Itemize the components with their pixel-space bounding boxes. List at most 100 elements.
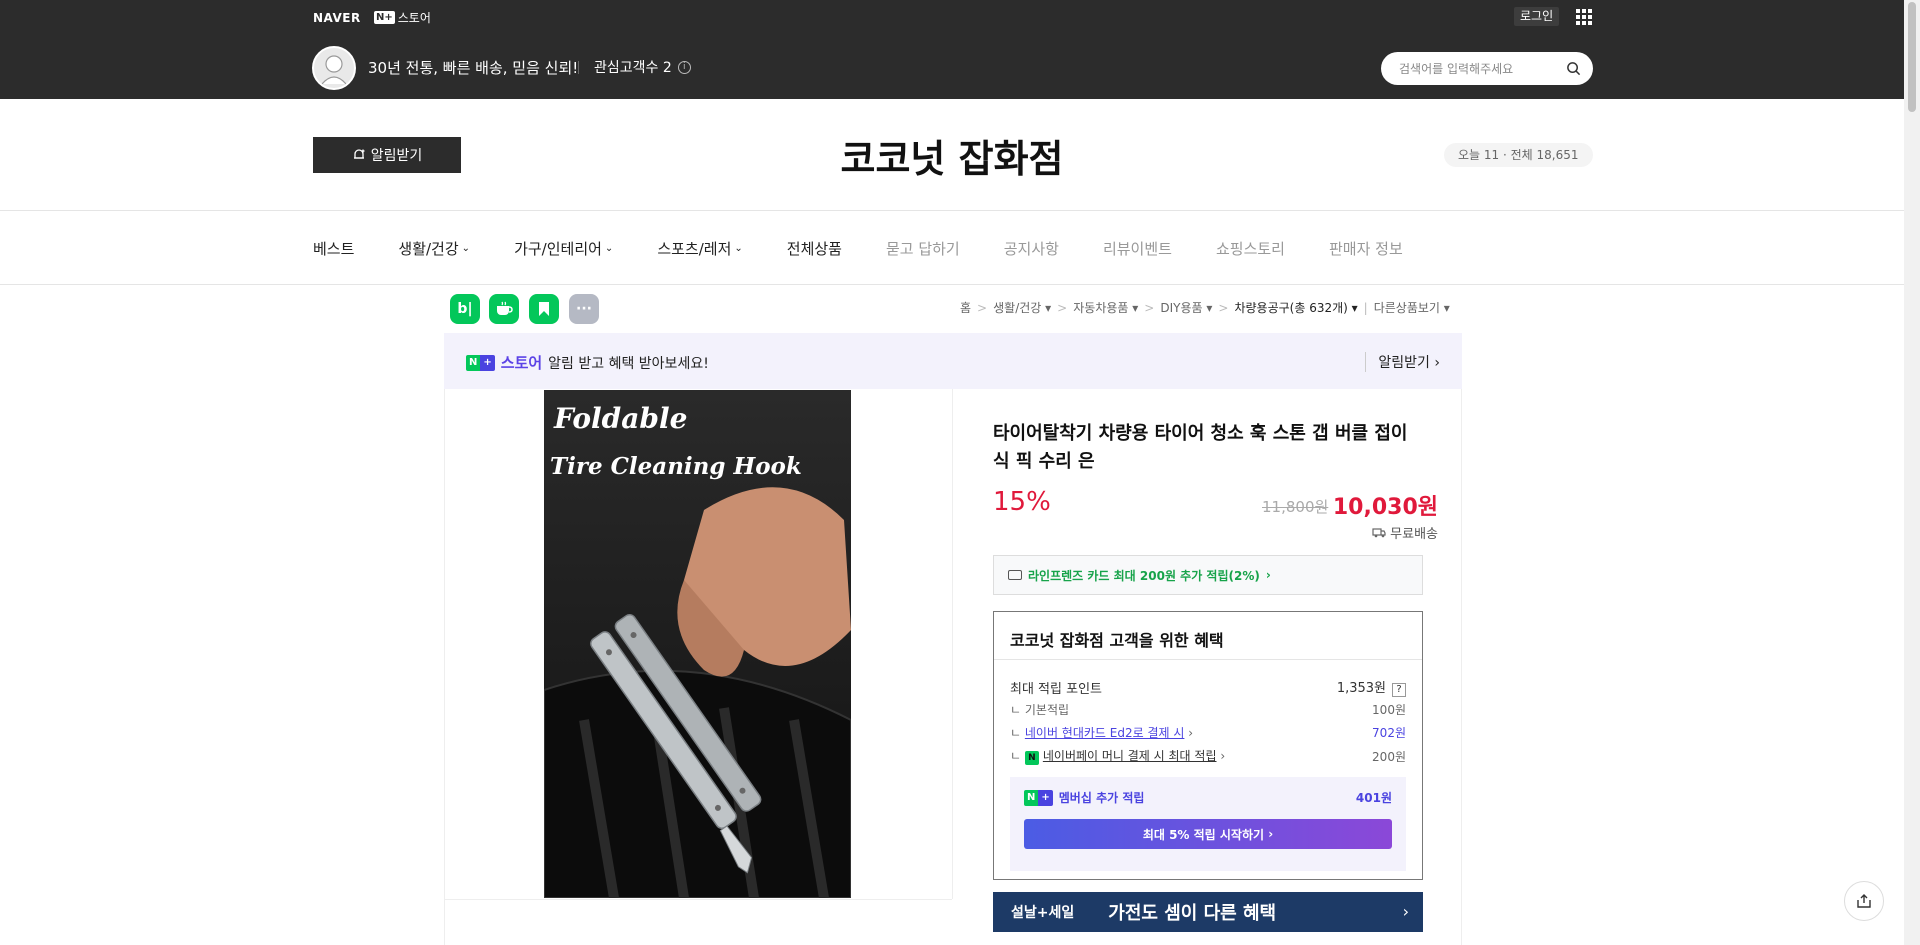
divider xyxy=(0,284,1904,285)
store-avatar[interactable] xyxy=(312,46,356,90)
nav-item-1[interactable]: 생활/건강 ⌄ xyxy=(398,238,470,259)
discount-rate: 15% xyxy=(993,487,1051,517)
header-divider xyxy=(578,61,579,74)
search-icon[interactable] xyxy=(1566,61,1581,76)
promo-notify-link[interactable]: 알림받기 › xyxy=(1365,352,1440,372)
card-offer-text: 라인프렌즈 카드 최대 200원 추가 적립(2%) xyxy=(1028,568,1260,583)
membership-value: 401원 xyxy=(1355,791,1392,805)
store-label: 스토어 xyxy=(397,11,431,25)
nav-item-8[interactable]: 쇼핑스토리 xyxy=(1216,238,1285,259)
nav-item-label: 쇼핑스토리 xyxy=(1215,240,1285,258)
promo-store-word: 스토어 xyxy=(500,354,543,372)
benefits-title: 코코넛 잡화점 고객을 위한 혜택 xyxy=(1010,631,1224,650)
breadcrumb-category-4[interactable]: 차량용공구(총 632개) ▾ xyxy=(1234,299,1357,316)
max-points-label: 최대 적립 포인트 xyxy=(1010,681,1102,697)
naver-pay-link[interactable]: 네이버페이 머니 결제 시 최대 적립 xyxy=(1043,749,1217,763)
card-offer[interactable]: 라인프렌즈 카드 최대 200원 추가 적립(2%) › xyxy=(993,555,1423,595)
benefit-row: ㄴ N 네이버페이 머니 결제 시 최대 적립 › 200원 xyxy=(1010,749,1406,765)
help-icon[interactable]: ? xyxy=(1392,683,1406,697)
nav-item-label: 리뷰이벤트 xyxy=(1102,240,1172,258)
naver-logo[interactable]: NAVER xyxy=(313,11,361,25)
shipping-label: 무료배송 xyxy=(1390,527,1438,542)
chevron-down-icon: ⌄ xyxy=(734,243,743,254)
nav-item-label: 베스트 xyxy=(313,240,355,258)
breadcrumb-category-2[interactable]: 자동차용품 ▾ xyxy=(1073,299,1138,316)
membership-box: N + 멤버십 추가 적립 401원 최대 5% 적립 시작하기 › xyxy=(1010,777,1406,871)
top-header: NAVER N+ 스토어 로그인 30년 전통, 빠른 배송, 믿음 신뢰! 관… xyxy=(0,0,1904,99)
nav-item-label: 스포츠/레저 xyxy=(657,240,732,258)
nav-item-0[interactable]: 베스트 xyxy=(313,238,354,259)
nav-item-label: 묻고 답하기 xyxy=(885,240,960,258)
benefit-row: ㄴ 기본적립 100원 xyxy=(1010,703,1406,717)
scrollbar[interactable] xyxy=(1904,0,1920,945)
max-points-value: 1,353원 xyxy=(1336,681,1386,696)
nav-item-6[interactable]: 공지사항 xyxy=(1004,238,1059,259)
breadcrumb-category-1[interactable]: 생활/건강 ▾ xyxy=(993,299,1051,316)
nav-item-2[interactable]: 가구/인테리어 ⌄ xyxy=(514,238,613,259)
membership-label: 멤버십 추가 적립 xyxy=(1058,791,1145,805)
benefit-row: ㄴ 네이버 현대카드 Ed2로 결제 시 › 702원 xyxy=(1010,726,1406,740)
sale-tag: 설날+세일 xyxy=(1011,905,1075,921)
chevron-down-icon: ⌄ xyxy=(461,243,471,254)
breadcrumb: 홈 > 생활/건강 ▾ > 자동차용품 ▾ > DIY용품 ▾ > 차량용공구(… xyxy=(960,299,1450,316)
more-icon[interactable]: ··· xyxy=(569,294,599,324)
credit-card-icon xyxy=(1008,570,1022,580)
basic-points-label: 기본적립 xyxy=(1024,703,1070,717)
search-box xyxy=(1381,52,1593,85)
scrollbar-thumb[interactable] xyxy=(1908,2,1916,112)
product-image-text-1: Foldable xyxy=(553,402,687,435)
benefits-box: 코코넛 잡화점 고객을 위한 혜택 최대 적립 포인트 1,353원? ㄴ 기본… xyxy=(993,611,1423,880)
search-input[interactable] xyxy=(1399,59,1559,78)
breadcrumb-category-3[interactable]: DIY용품 ▾ xyxy=(1160,299,1212,316)
other-products-link[interactable]: 다른상품보기 ▾ xyxy=(1374,299,1450,316)
sale-price: 10,030원 xyxy=(1332,495,1438,520)
product-title: 타이어탈착기 차량용 타이어 청소 훅 스톤 갭 버클 접이식 픽 수리 은 xyxy=(993,423,1408,472)
nav-item-label: 생활/건강 xyxy=(398,240,459,258)
nplus-logo-icon: N + xyxy=(1024,789,1053,806)
sale-text: 가전도 셈이 다른 혜택 xyxy=(1108,903,1277,924)
hyundai-card-value: 702원 xyxy=(1372,726,1406,740)
nav-item-label: 판매자 정보 xyxy=(1328,240,1403,258)
nav-item-label: 전체상품 xyxy=(786,240,842,258)
nav-item-label: 공지사항 xyxy=(1003,240,1059,258)
max-points-row: 최대 적립 포인트 1,353원? xyxy=(1010,677,1406,697)
bookmark-icon[interactable] xyxy=(529,294,559,324)
basic-points-value: 100원 xyxy=(1372,703,1406,717)
store-title[interactable]: 코코넛 잡화점 xyxy=(0,128,1904,183)
truck-icon xyxy=(1372,528,1386,538)
membership-start-button[interactable]: 최대 5% 적립 시작하기 › xyxy=(1024,819,1392,849)
nplus-store-logo[interactable]: N+ 스토어 xyxy=(374,9,431,26)
visitor-count: 오늘 11 · 전체 18,651 xyxy=(1444,143,1593,167)
interest-customers-label: 관심고객수 2 xyxy=(594,60,672,76)
category-nav: 베스트 생활/건강 ⌄ 가구/인테리어 ⌄ 스포츠/레저 ⌄ 전체상품 묻고 답하기 공지사항 리뷰… xyxy=(313,238,1447,259)
talktalk-icon[interactable] xyxy=(489,294,519,324)
product-image-text-2: Tire Cleaning Hook xyxy=(550,453,802,480)
nav-item-3[interactable]: 스포츠/레저 ⌄ xyxy=(657,238,742,259)
shipping-info: 무료배송 xyxy=(1372,523,1438,542)
interest-customers: 관심고객수 2 i xyxy=(594,57,691,77)
chevron-down-icon: ⌄ xyxy=(604,243,614,254)
blog-icon[interactable]: b| xyxy=(450,294,480,324)
divider xyxy=(0,210,1904,211)
nav-item-9[interactable]: 판매자 정보 xyxy=(1329,238,1403,259)
product-image[interactable]: Foldable Tire Cleaning Hook xyxy=(544,390,851,898)
nplus-logo-icon: N + xyxy=(466,354,495,371)
info-icon[interactable]: i xyxy=(677,60,691,74)
chevron-right-icon: › xyxy=(1402,902,1409,921)
store-slogan: 30년 전통, 빠른 배송, 믿음 신뢰! xyxy=(368,59,579,77)
share-icon[interactable] xyxy=(1844,881,1884,921)
promo-text: 알림 받고 혜택 받아보세요! xyxy=(548,355,709,372)
nav-item-5[interactable]: 묻고 답하기 xyxy=(886,238,960,259)
nav-item-7[interactable]: 리뷰이벤트 xyxy=(1103,238,1172,259)
naver-pay-icon: N xyxy=(1024,751,1039,765)
nplus-badge: N+ xyxy=(374,11,395,24)
naver-pay-value: 200원 xyxy=(1372,749,1406,764)
sale-banner[interactable]: 설날+세일 가전도 셈이 다른 혜택 › xyxy=(993,892,1423,932)
hyundai-card-link[interactable]: 네이버 현대카드 Ed2로 결제 시 xyxy=(1025,726,1185,740)
nav-item-4[interactable]: 전체상품 xyxy=(787,238,842,259)
login-button[interactable]: 로그인 xyxy=(1514,7,1560,26)
apps-grid-icon[interactable] xyxy=(1576,9,1592,25)
nav-item-label: 가구/인테리어 xyxy=(514,240,602,258)
original-price: 11,800원 xyxy=(1262,498,1329,516)
breadcrumb-home[interactable]: 홈 xyxy=(960,299,971,316)
